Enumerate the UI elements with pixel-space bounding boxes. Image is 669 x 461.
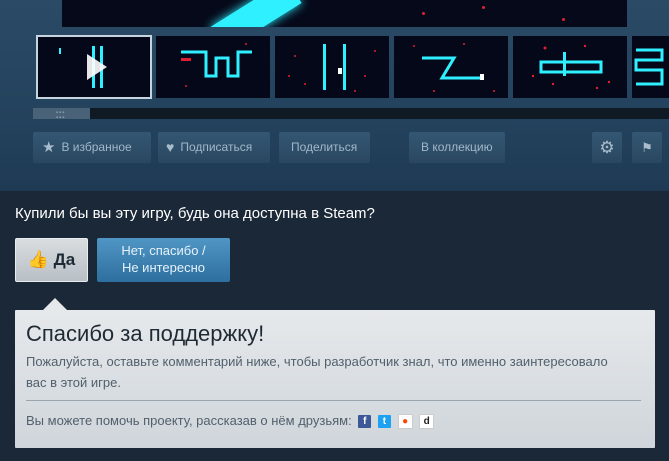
share-row: Вы можете помочь проекту, рассказав о нё… xyxy=(26,413,435,430)
media-area: ▪▪▪ ▪▪▪ ★ В избранное ♥ Подписаться Поделит… xyxy=(0,0,669,190)
thumbs-up-icon: 👍 xyxy=(27,250,49,269)
facebook-icon[interactable]: f xyxy=(358,415,372,429)
digg-icon[interactable]: d xyxy=(419,414,435,430)
thumbnail-screenshot-1[interactable] xyxy=(156,36,270,98)
main-video-player[interactable] xyxy=(62,0,627,27)
grip-icon: ▪▪▪ ▪▪▪ xyxy=(56,110,66,121)
vote-question: Купили бы вы эту игру, будь она доступна… xyxy=(15,205,375,222)
twitter-icon[interactable]: t xyxy=(377,415,391,429)
thumbnail-screenshot-4[interactable] xyxy=(513,36,627,98)
follow-label: Подписаться xyxy=(180,140,253,154)
share-label: Поделиться xyxy=(291,140,358,154)
gear-icon: ⚙ xyxy=(599,138,615,157)
collection-label: В коллекцию xyxy=(421,140,493,154)
thumbnail-art xyxy=(288,44,376,92)
thumbnail-video[interactable] xyxy=(36,35,152,99)
thanks-title: Спасибо за поддержку! xyxy=(26,321,265,346)
vote-no-button[interactable]: Нет, спасибо / Не интересно xyxy=(97,238,230,282)
thumbnail-scrollbar[interactable]: ▪▪▪ ▪▪▪ xyxy=(33,108,669,121)
neon-streak xyxy=(210,0,302,27)
flag-icon: ⚑ xyxy=(641,140,653,155)
thumbnail-art xyxy=(634,48,664,86)
play-icon xyxy=(87,54,107,80)
follow-button[interactable]: ♥ Подписаться xyxy=(158,132,270,163)
yes-label: Да xyxy=(53,250,76,269)
thumbnail-art xyxy=(413,43,495,92)
thanks-text: Пожалуйста, оставьте комментарий ниже, ч… xyxy=(26,354,608,390)
thanks-panel: Спасибо за поддержку! Пожалуйста, оставь… xyxy=(15,310,655,448)
particle xyxy=(422,12,425,15)
scrollbar-thumb[interactable]: ▪▪▪ ▪▪▪ xyxy=(33,108,90,121)
reddit-icon[interactable]: ● xyxy=(397,414,413,430)
thumbnail-art xyxy=(181,43,252,87)
panel-divider xyxy=(26,400,641,401)
heart-icon: ♥ xyxy=(166,139,175,156)
section-divider xyxy=(0,190,669,191)
vote-yes-button[interactable]: 👍 Да xyxy=(15,238,88,282)
star-icon: ★ xyxy=(42,139,56,157)
thumbnail-strip xyxy=(33,34,669,106)
favorite-label: В избранное xyxy=(61,140,132,154)
share-button[interactable]: Поделиться xyxy=(279,132,370,163)
particle xyxy=(562,18,565,21)
favorite-button[interactable]: ★ В избранное xyxy=(33,132,151,163)
no-label-line2: Не интересно xyxy=(121,260,206,275)
report-button[interactable]: ⚑ xyxy=(632,132,662,163)
share-text: Вы можете помочь проекту, рассказав о нё… xyxy=(26,413,352,428)
thumbnail-art xyxy=(531,44,611,90)
thumbnail-screenshot-3[interactable] xyxy=(394,36,508,98)
settings-button[interactable]: ⚙ xyxy=(592,132,622,163)
thumbnail-screenshot-5[interactable] xyxy=(632,36,669,98)
no-label-line1: Нет, спасибо / xyxy=(121,243,206,258)
thumbnail-screenshot-2[interactable] xyxy=(275,36,389,98)
panel-caret xyxy=(43,298,67,310)
collection-button[interactable]: В коллекцию xyxy=(409,132,505,163)
particle xyxy=(482,6,485,9)
